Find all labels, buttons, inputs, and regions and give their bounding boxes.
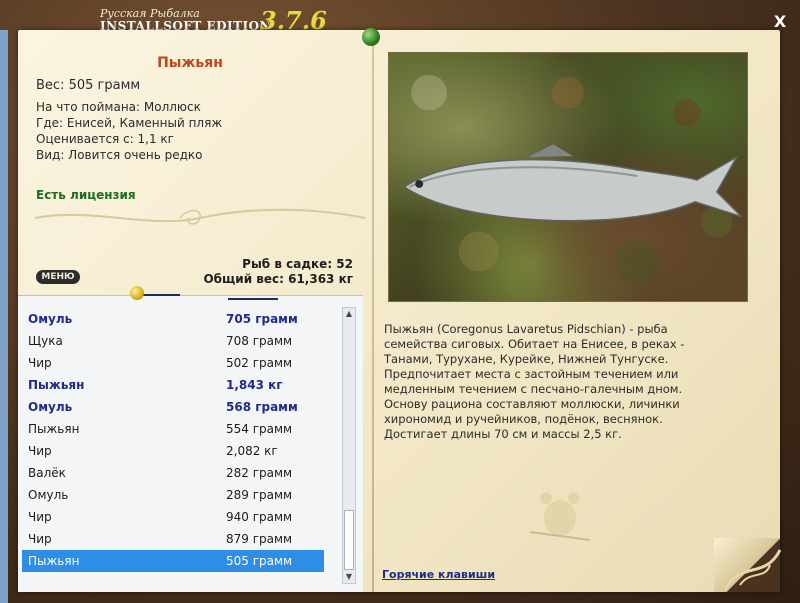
license-status: Есть лицензия bbox=[36, 188, 136, 202]
table-row[interactable]: Чир 502 грамм bbox=[22, 352, 324, 374]
table-row[interactable]: Валёк 282 грамм bbox=[22, 462, 324, 484]
catch-fish-name: Пыжьян bbox=[28, 554, 80, 568]
fish-weight: Вес: 505 грамм bbox=[36, 78, 141, 93]
bait-info: На что поймана: Моллюск bbox=[36, 100, 201, 114]
table-row[interactable]: Омуль 568 грамм bbox=[22, 396, 324, 418]
catch-fish-weight: 940 грамм bbox=[226, 510, 293, 524]
scroll-up-arrow-icon[interactable]: ▲ bbox=[343, 308, 355, 320]
catch-fish-name: Омуль bbox=[28, 400, 73, 414]
catch-fish-weight: 502 грамм bbox=[226, 356, 293, 370]
desktop-edge bbox=[0, 30, 8, 603]
catch-fish-weight: 289 грамм bbox=[226, 488, 293, 502]
location-info: Где: Енисей, Каменный пляж bbox=[36, 116, 223, 130]
catch-fish-weight: 282 грамм bbox=[226, 466, 293, 480]
catch-fish-name: Омуль bbox=[28, 312, 73, 326]
catch-fish-name: Чир bbox=[28, 356, 52, 370]
catch-fish-name: Чир bbox=[28, 510, 52, 524]
fish-count: Рыб в садке: 52 bbox=[242, 257, 353, 271]
close-icon: X bbox=[773, 12, 787, 31]
catch-fish-name: Омуль bbox=[28, 488, 69, 502]
catch-fish-name: Валёк bbox=[28, 466, 66, 480]
total-weight: Общий вес: 61,363 кг bbox=[203, 272, 353, 286]
table-row[interactable]: Омуль 705 грамм bbox=[22, 308, 324, 330]
catch-fish-weight: 568 грамм bbox=[226, 400, 298, 414]
list-scrollbar[interactable]: ▲ ▼ bbox=[342, 307, 356, 584]
pushpin-icon bbox=[130, 286, 144, 300]
catch-fish-name: Щука bbox=[28, 334, 63, 348]
catch-fish-weight: 708 грамм bbox=[226, 334, 293, 348]
list-decor-line bbox=[228, 298, 278, 300]
catch-fish-weight: 1,843 кг bbox=[226, 378, 283, 392]
list-decor-line bbox=[140, 294, 180, 296]
table-row[interactable]: Пыжьян 1,843 кг bbox=[22, 374, 324, 396]
table-row[interactable]: Омуль 289 грамм bbox=[22, 484, 324, 506]
scroll-thumb[interactable] bbox=[344, 510, 354, 570]
corner-flourish bbox=[723, 549, 782, 591]
table-row[interactable]: Чир 940 грамм bbox=[22, 506, 324, 528]
hotkeys-link[interactable]: Горячие клавиши bbox=[382, 568, 495, 581]
flourish-ornament bbox=[34, 208, 366, 225]
pushpin-icon bbox=[362, 28, 380, 46]
catch-fish-weight: 705 грамм bbox=[226, 312, 298, 326]
kind-info: Вид: Ловится очень редко bbox=[36, 148, 203, 162]
close-button[interactable]: X bbox=[770, 12, 790, 32]
catch-fish-name: Пыжьян bbox=[28, 378, 85, 392]
fish-description: Пыжьян (Coregonus Lavaretus Pidschian) -… bbox=[384, 322, 685, 441]
table-row[interactable]: Чир 2,082 кг bbox=[22, 440, 324, 462]
menu-button[interactable]: МЕНЮ bbox=[36, 270, 80, 284]
fishing-logo-icon bbox=[530, 492, 590, 541]
fish-title: Пыжьян bbox=[157, 55, 223, 71]
catch-fish-weight: 2,082 кг bbox=[226, 444, 278, 458]
catch-fish-weight: 554 грамм bbox=[226, 422, 293, 436]
fish-photo bbox=[388, 52, 748, 302]
catch-fish-weight: 505 грамм bbox=[226, 554, 293, 568]
catch-fish-name: Пыжьян bbox=[28, 422, 80, 436]
table-row[interactable]: Чир 879 грамм bbox=[22, 528, 324, 550]
panel-divider bbox=[372, 30, 374, 592]
table-row[interactable]: Щука 708 грамм bbox=[22, 330, 324, 352]
catch-fish-weight: 879 грамм bbox=[226, 532, 293, 546]
table-row[interactable]: Пыжьян 505 грамм bbox=[22, 550, 324, 572]
catch-fish-name: Чир bbox=[28, 444, 52, 458]
catch-fish-name: Чир bbox=[28, 532, 52, 546]
catch-list[interactable]: Омуль 705 грамм Щука 708 грамм Чир 502 грамм П… bbox=[22, 308, 324, 572]
scroll-down-arrow-icon[interactable]: ▼ bbox=[343, 571, 355, 583]
table-row[interactable]: Пыжьян 554 грамм bbox=[22, 418, 324, 440]
rated-info: Оценивается с: 1,1 кг bbox=[36, 132, 174, 146]
catch-stats: Рыб в садке: 52 Общий вес: 61,363 кг bbox=[150, 257, 353, 287]
